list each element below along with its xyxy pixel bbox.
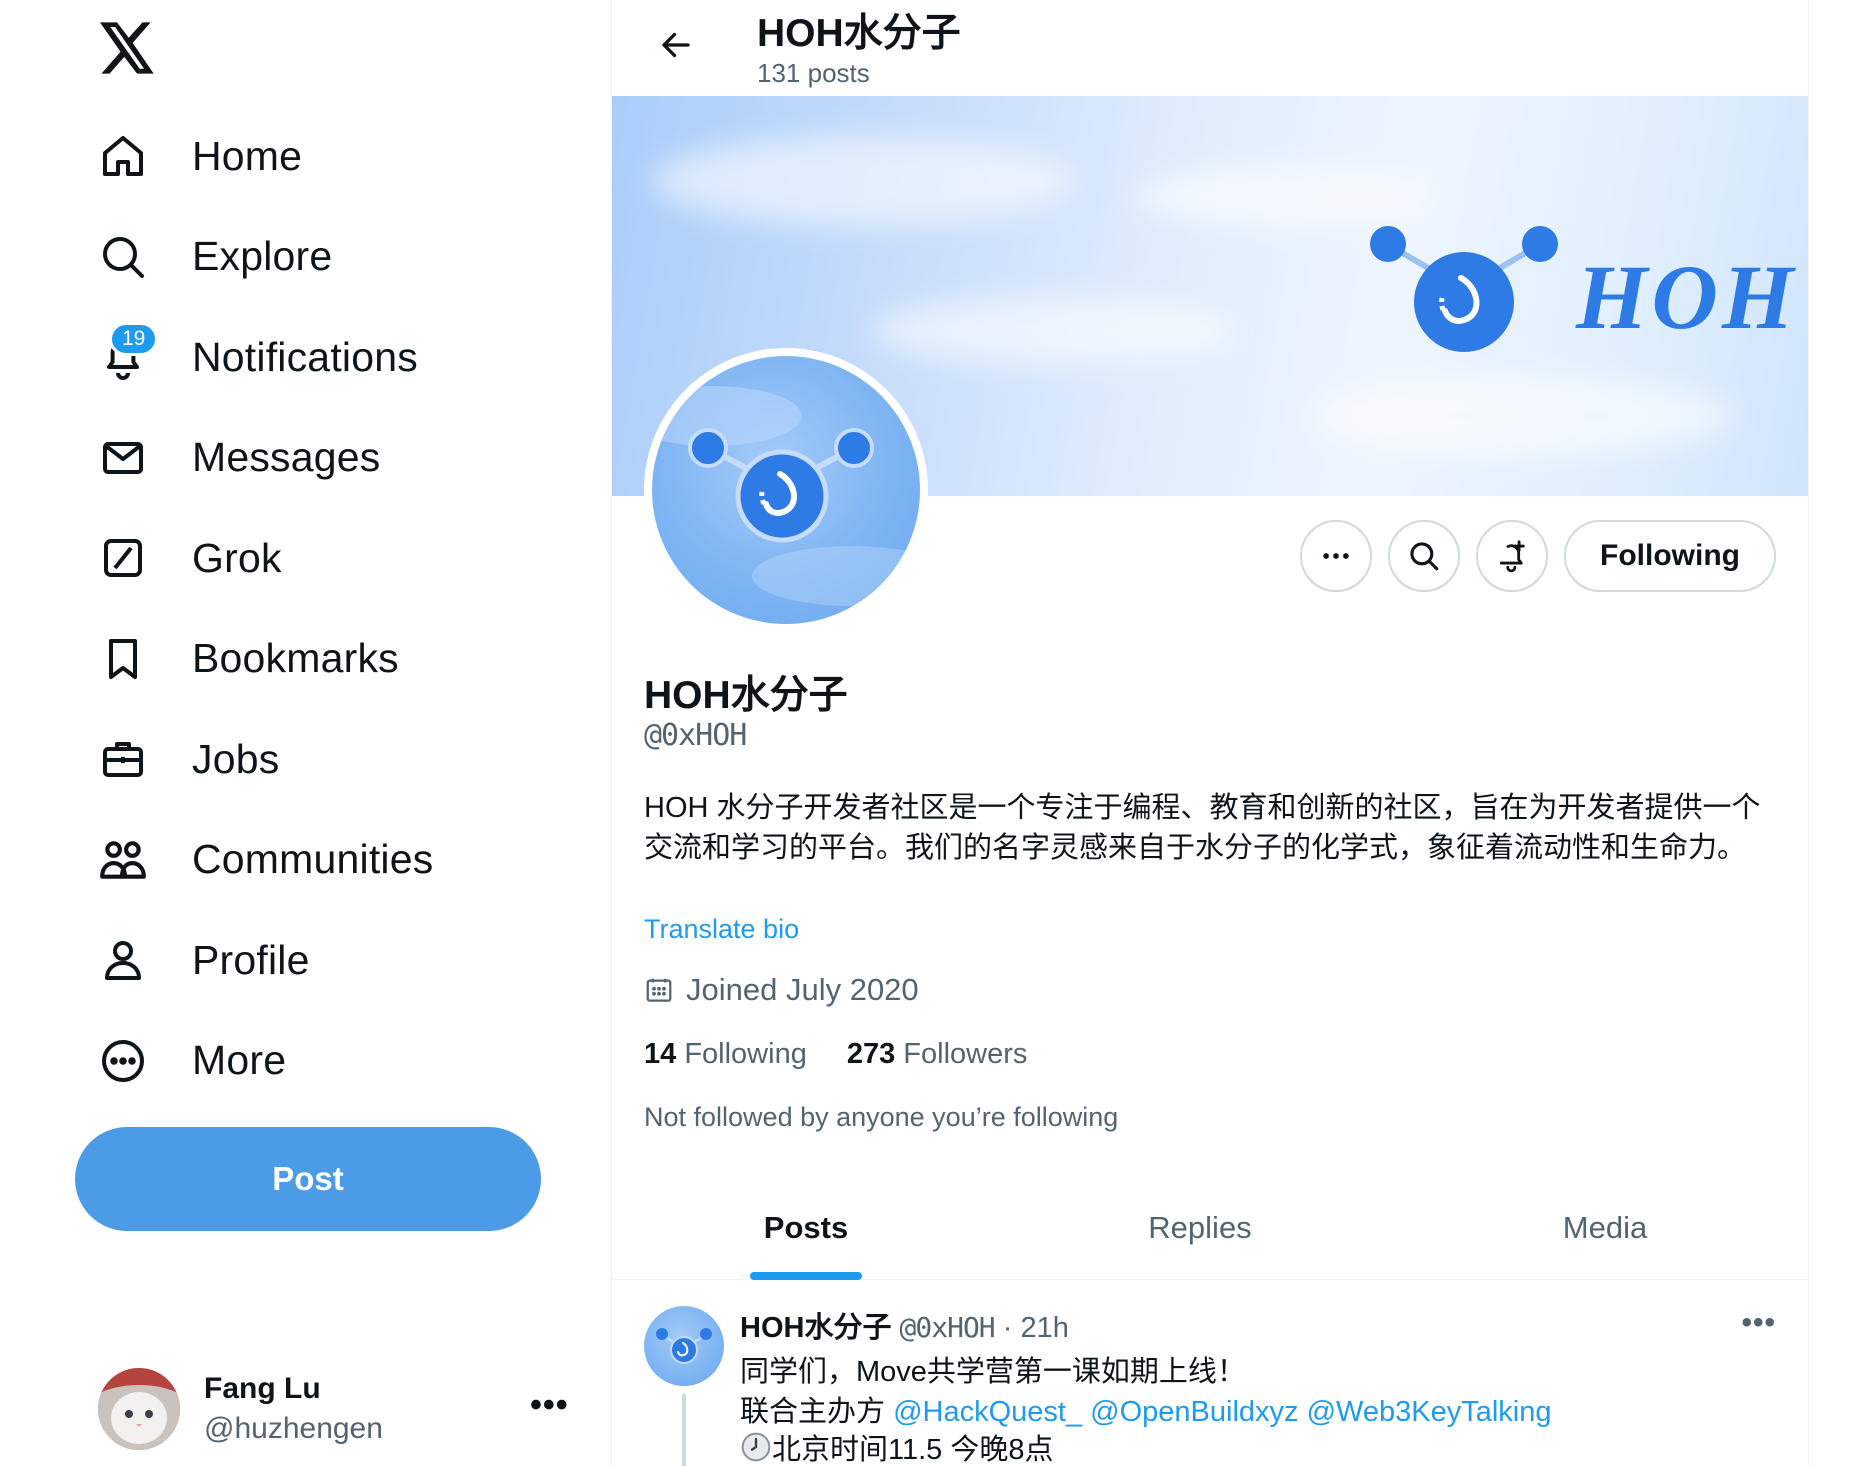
nav-item-messages[interactable]: Messages	[90, 408, 570, 509]
event-time-text: 北京时间11.5 今晚8点	[772, 1434, 1054, 1466]
tweet-author-handle[interactable]: @0xHOH	[900, 1311, 996, 1344]
mention-web3keytalking[interactable]: @Web3KeyTalking	[1307, 1396, 1552, 1428]
nav-item-notifications[interactable]: 19 Notifications	[90, 307, 570, 408]
post-count: 131 posts	[757, 58, 870, 88]
nav-label-messages: Messages	[192, 434, 381, 481]
tab-replies[interactable]: Replies	[1000, 1176, 1400, 1280]
calendar-icon	[646, 978, 672, 1002]
briefcase-icon	[90, 726, 156, 792]
nav-label-explore: Explore	[192, 233, 333, 280]
people-icon	[90, 827, 156, 893]
tweet[interactable]: HOH水分子 @0xHOH · 21h ••• 同学们，Move共学营第一课如期…	[612, 1282, 1808, 1466]
account-name: Fang Lu	[204, 1372, 321, 1405]
x-logo-icon[interactable]	[96, 18, 160, 78]
followers-count: 273	[846, 1038, 896, 1070]
active-tab-indicator	[750, 1272, 862, 1280]
tab-replies-label: Replies	[1148, 1210, 1252, 1245]
envelope-icon	[90, 425, 156, 491]
nav-label-communities: Communities	[192, 836, 434, 883]
thread-line	[682, 1394, 686, 1466]
tweet-header: HOH水分子 @0xHOH · 21h	[740, 1304, 1069, 1346]
following-button[interactable]: Following	[1564, 520, 1776, 592]
bookmark-icon	[90, 626, 156, 692]
search-icon	[1410, 542, 1439, 571]
mention-hackquest[interactable]: @HackQuest_	[893, 1396, 1082, 1428]
tweet-text-line-2: 联合主办方 @HackQuest_ @OpenBuildxyz @Web3Key…	[740, 1388, 1552, 1430]
back-arrow-icon[interactable]	[648, 20, 704, 70]
search-icon	[90, 224, 156, 290]
profile-bio: HOH 水分子开发者社区是一个专注于编程、教育和创新的社区，旨在为开发者提供一个…	[644, 792, 1761, 864]
followers-label: Followers	[903, 1038, 1028, 1070]
ellipsis-icon[interactable]: •••	[530, 1386, 569, 1425]
following-link[interactable]: 14 Following	[644, 1038, 807, 1071]
not-followed-note: Not followed by anyone you’re following	[644, 1102, 1119, 1132]
post-button[interactable]: Post	[75, 1127, 541, 1231]
bell-icon: 19	[90, 322, 159, 390]
tweet-time[interactable]: 21h	[1020, 1312, 1068, 1344]
tweet-more-icon[interactable]: •••	[1741, 1306, 1776, 1340]
translate-bio-link[interactable]: Translate bio	[644, 914, 799, 945]
nav-label-bookmarks: Bookmarks	[192, 635, 399, 682]
grok-icon	[90, 525, 156, 591]
following-label: Following	[684, 1038, 807, 1070]
tweet-avatar[interactable]	[644, 1306, 724, 1386]
search-profile-button[interactable]	[1388, 520, 1461, 592]
primary-nav: Home Explore 19 Notifications Messages G…	[90, 106, 570, 1111]
profile-handle: @0xHOH	[644, 718, 747, 753]
clock-icon	[741, 1432, 771, 1462]
nav-item-profile[interactable]: Profile	[90, 910, 570, 1011]
tab-posts-label: Posts	[763, 1210, 849, 1245]
account-text: Fang Lu @huzhengen	[204, 1372, 383, 1446]
profile-name: HOH水分子	[644, 674, 848, 717]
cohost-label: 联合主办方	[740, 1396, 886, 1428]
notifications-badge: 19	[109, 322, 159, 357]
nav-item-bookmarks[interactable]: Bookmarks	[90, 609, 570, 710]
nav-item-jobs[interactable]: Jobs	[90, 709, 570, 810]
ellipsis-icon	[1323, 553, 1349, 559]
nav-item-more[interactable]: More	[90, 1011, 570, 1112]
tweet-text-line-3: 北京时间11.5 今晚8点	[740, 1426, 1053, 1466]
tab-posts[interactable]: Posts	[612, 1176, 1000, 1280]
avatar-logo	[652, 356, 920, 624]
more-options-button[interactable]	[1300, 520, 1373, 592]
person-icon	[90, 927, 156, 993]
joined-date: Joined July 2020	[644, 972, 919, 1008]
page-title: HOH水分子	[757, 12, 961, 55]
more-circle-icon	[90, 1028, 156, 1094]
banner-logo	[1370, 226, 1558, 352]
nav-label-profile: Profile	[192, 936, 310, 983]
notify-button[interactable]	[1476, 520, 1549, 592]
tab-media-label: Media	[1562, 1210, 1648, 1245]
sidebar: Home Explore 19 Notifications Messages G…	[0, 0, 611, 1466]
profile-topbar: HOH水分子 131 posts	[612, 0, 1808, 96]
follow-stats: 14 Following 273 Followers	[644, 1038, 1067, 1071]
nav-label-grok: Grok	[192, 534, 282, 581]
profile-actions: Following	[1300, 520, 1776, 592]
avatar	[98, 1368, 180, 1450]
tweet-text-line-1: 同学们，Move共学营第一课如期上线！	[740, 1356, 1246, 1388]
bell-plus-icon	[1499, 540, 1525, 573]
nav-item-home[interactable]: Home	[90, 106, 570, 207]
joined-text: Joined July 2020	[686, 972, 919, 1007]
followers-link[interactable]: 273 Followers	[847, 1038, 1028, 1071]
home-icon	[90, 123, 156, 189]
account-handle: @huzhengen	[204, 1412, 383, 1445]
profile-tabs: Posts Replies Media	[612, 1176, 1808, 1280]
tweet-separator: ·	[1002, 1312, 1013, 1344]
mention-openbuild[interactable]: @OpenBuildxyz	[1090, 1396, 1298, 1428]
tab-media[interactable]: Media	[1400, 1176, 1808, 1280]
nav-label-notifications: Notifications	[192, 333, 418, 380]
profile-avatar[interactable]	[644, 348, 928, 632]
nav-item-communities[interactable]: Communities	[90, 810, 570, 911]
nav-label-home: Home	[192, 132, 303, 179]
nav-item-explore[interactable]: Explore	[90, 207, 570, 308]
following-count: 14	[644, 1038, 677, 1070]
nav-label-more: More	[192, 1037, 287, 1084]
banner-wordmark: HOH	[1576, 246, 1798, 348]
nav-label-jobs: Jobs	[192, 735, 280, 782]
tweet-author-name[interactable]: HOH水分子	[740, 1312, 891, 1344]
account-switcher[interactable]: Fang Lu @huzhengen •••	[98, 1366, 578, 1452]
nav-item-grok[interactable]: Grok	[90, 508, 570, 609]
profile-column: HOH水分子 131 posts HOH Following HOH水分子 @0…	[611, 0, 1809, 1466]
